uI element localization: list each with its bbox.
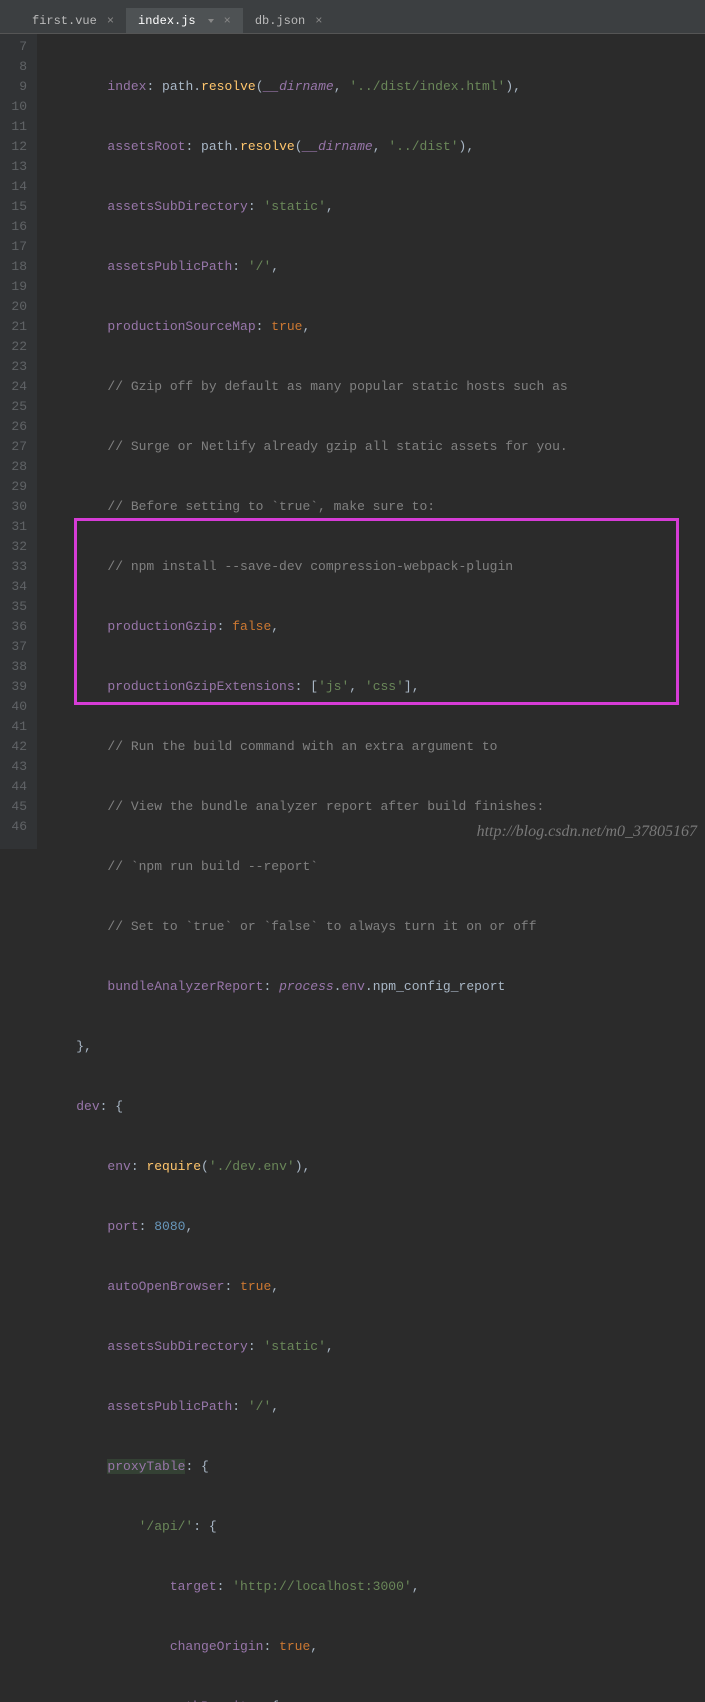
code-line[interactable]: productionGzip: false, <box>45 617 705 637</box>
code-line[interactable]: env: require('./dev.env'), <box>45 1157 705 1177</box>
chevron-down-icon[interactable] <box>208 19 214 23</box>
close-icon[interactable]: × <box>107 14 114 28</box>
line-number: 20 <box>6 297 27 317</box>
tab-label: index.js <box>138 14 196 28</box>
line-number: 17 <box>6 237 27 257</box>
code-editor[interactable]: 7891011121314151617181920212223242526272… <box>0 34 705 849</box>
code-line[interactable]: index: path.resolve(__dirname, '../dist/… <box>45 77 705 97</box>
line-number: 9 <box>6 77 27 97</box>
line-number: 12 <box>6 137 27 157</box>
code-line[interactable]: port: 8080, <box>45 1217 705 1237</box>
close-icon[interactable]: × <box>315 14 322 28</box>
code-line[interactable]: productionGzipExtensions: ['js', 'css'], <box>45 677 705 697</box>
line-number: 41 <box>6 717 27 737</box>
line-gutter: 7891011121314151617181920212223242526272… <box>0 34 37 849</box>
code-line[interactable]: dev: { <box>45 1097 705 1117</box>
tab-label: db.json <box>255 14 305 28</box>
line-number: 31 <box>6 517 27 537</box>
code-line[interactable]: proxyTable: { <box>45 1457 705 1477</box>
line-number: 45 <box>6 797 27 817</box>
code-area[interactable]: index: path.resolve(__dirname, '../dist/… <box>37 34 705 849</box>
line-number: 36 <box>6 617 27 637</box>
line-number: 43 <box>6 757 27 777</box>
line-number: 42 <box>6 737 27 757</box>
code-line[interactable]: // View the bundle analyzer report after… <box>45 797 705 817</box>
line-number: 19 <box>6 277 27 297</box>
line-number: 23 <box>6 357 27 377</box>
line-number: 44 <box>6 777 27 797</box>
line-number: 34 <box>6 577 27 597</box>
tab-db-json[interactable]: db.json × <box>243 8 335 33</box>
code-line[interactable]: assetsSubDirectory: 'static', <box>45 1337 705 1357</box>
code-line[interactable]: // Surge or Netlify already gzip all sta… <box>45 437 705 457</box>
code-line[interactable]: // Gzip off by default as many popular s… <box>45 377 705 397</box>
code-line[interactable]: assetsRoot: path.resolve(__dirname, '../… <box>45 137 705 157</box>
line-number: 16 <box>6 217 27 237</box>
line-number: 10 <box>6 97 27 117</box>
tab-first-vue[interactable]: first.vue × <box>20 8 126 33</box>
tab-bar: first.vue × index.js × db.json × <box>0 8 705 34</box>
code-line[interactable]: // Before setting to `true`, make sure t… <box>45 497 705 517</box>
line-number: 46 <box>6 817 27 837</box>
top-area <box>0 0 705 8</box>
code-line[interactable]: // Run the build command with an extra a… <box>45 737 705 757</box>
line-number: 28 <box>6 457 27 477</box>
line-number: 13 <box>6 157 27 177</box>
line-number: 29 <box>6 477 27 497</box>
line-number: 7 <box>6 37 27 57</box>
code-line[interactable]: assetsPublicPath: '/', <box>45 257 705 277</box>
line-number: 40 <box>6 697 27 717</box>
line-number: 14 <box>6 177 27 197</box>
line-number: 11 <box>6 117 27 137</box>
code-line[interactable]: autoOpenBrowser: true, <box>45 1277 705 1297</box>
line-number: 35 <box>6 597 27 617</box>
line-number: 26 <box>6 417 27 437</box>
line-number: 25 <box>6 397 27 417</box>
close-icon[interactable]: × <box>224 14 231 28</box>
line-number: 33 <box>6 557 27 577</box>
code-line[interactable]: // Set to `true` or `false` to always tu… <box>45 917 705 937</box>
line-number: 37 <box>6 637 27 657</box>
code-line[interactable]: pathRewrite: { <box>45 1697 705 1702</box>
line-number: 30 <box>6 497 27 517</box>
code-line[interactable]: assetsPublicPath: '/', <box>45 1397 705 1417</box>
line-number: 18 <box>6 257 27 277</box>
code-line[interactable]: // `npm run build --report` <box>45 857 705 877</box>
line-number: 24 <box>6 377 27 397</box>
code-line[interactable]: productionSourceMap: true, <box>45 317 705 337</box>
code-line[interactable]: }, <box>45 1037 705 1057</box>
line-number: 38 <box>6 657 27 677</box>
line-number: 22 <box>6 337 27 357</box>
line-number: 27 <box>6 437 27 457</box>
code-line[interactable]: target: 'http://localhost:3000', <box>45 1577 705 1597</box>
line-number: 21 <box>6 317 27 337</box>
line-number: 32 <box>6 537 27 557</box>
line-number: 8 <box>6 57 27 77</box>
tab-label: first.vue <box>32 14 97 28</box>
line-number: 39 <box>6 677 27 697</box>
code-line[interactable]: assetsSubDirectory: 'static', <box>45 197 705 217</box>
code-line[interactable]: // npm install --save-dev compression-we… <box>45 557 705 577</box>
line-number: 15 <box>6 197 27 217</box>
code-line[interactable]: bundleAnalyzerReport: process.env.npm_co… <box>45 977 705 997</box>
code-line[interactable]: '/api/': { <box>45 1517 705 1537</box>
code-line[interactable]: changeOrigin: true, <box>45 1637 705 1657</box>
tab-index-js[interactable]: index.js × <box>126 8 243 33</box>
